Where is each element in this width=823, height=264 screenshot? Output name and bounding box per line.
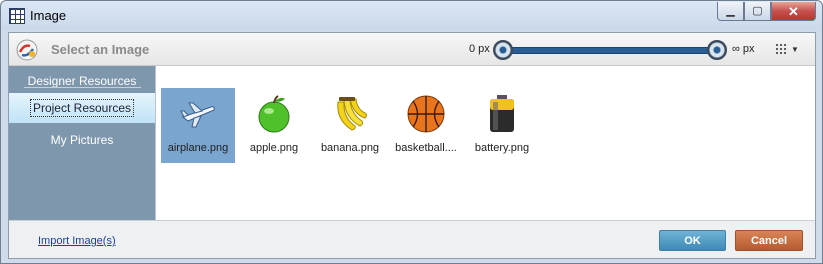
sidebar-item-project-resources[interactable]: Project Resources	[9, 93, 155, 123]
window-title: Image	[30, 8, 67, 23]
view-mode-button[interactable]: ▼	[775, 41, 801, 58]
window-controls: ▁ ▢ ✕	[717, 2, 816, 21]
zoom-slider-max-handle[interactable]	[707, 40, 727, 60]
zoom-max-label: ∞ px	[732, 43, 755, 55]
dialog-body: Select an Image 0 px ∞ px ▼ Designer Res…	[8, 32, 816, 259]
dialog-heading: Select an Image	[51, 42, 150, 57]
footer-bar: Import Image(s) OK Cancel	[9, 220, 815, 258]
grid-table-icon	[9, 8, 25, 24]
file-name: airplane.png	[167, 142, 229, 154]
minimize-button[interactable]: ▁	[717, 2, 744, 21]
close-button[interactable]: ✕	[771, 2, 816, 21]
file-tile-basketball[interactable]: basketball....	[389, 88, 463, 163]
sidebar-item-label: My Pictures	[50, 133, 114, 147]
cancel-button[interactable]: Cancel	[735, 230, 803, 251]
basketball-icon	[407, 95, 445, 133]
zoom-slider-track[interactable]	[503, 47, 723, 54]
image-dialog: Image ▁ ▢ ✕ Select an Image 0 px ∞ px ▼ …	[0, 0, 823, 264]
minimize-icon: ▁	[726, 4, 735, 17]
file-name: banana.png	[320, 142, 380, 154]
maximize-icon: ▢	[752, 4, 763, 17]
toolbar: Select an Image 0 px ∞ px ▼	[9, 33, 815, 66]
app-logo-icon	[16, 39, 38, 61]
apple-icon	[258, 95, 290, 133]
sidebar-divider	[24, 87, 141, 88]
close-icon: ✕	[788, 3, 799, 19]
resource-sidebar: Designer Resources Project Resources My …	[9, 66, 155, 220]
chevron-down-icon: ▼	[791, 45, 799, 54]
maximize-button[interactable]: ▢	[744, 2, 771, 21]
ok-button[interactable]: OK	[659, 230, 726, 251]
import-images-link[interactable]: Import Image(s)	[38, 235, 116, 247]
airplane-icon	[180, 102, 215, 128]
zoom-slider-min-handle[interactable]	[493, 40, 513, 60]
grid-view-icon	[775, 43, 788, 56]
image-grid: airplane.png apple.png banana.png basket…	[155, 66, 815, 220]
title-bar[interactable]: Image ▁ ▢ ✕	[1, 1, 822, 31]
file-name: apple.png	[249, 142, 299, 154]
file-name: battery.png	[474, 142, 530, 154]
sidebar-item-label: Designer Resources	[27, 74, 137, 88]
banana-icon	[337, 97, 367, 131]
battery-icon	[490, 95, 514, 132]
sidebar-item-label: Project Resources	[29, 99, 135, 117]
file-tile-apple[interactable]: apple.png	[237, 88, 311, 163]
sidebar-item-my-pictures[interactable]: My Pictures	[9, 125, 155, 155]
sidebar-item-designer-resources[interactable]: Designer Resources	[9, 66, 155, 96]
file-tile-airplane[interactable]: airplane.png	[161, 88, 235, 163]
file-tile-banana[interactable]: banana.png	[313, 88, 387, 163]
zoom-min-label: 0 px	[469, 43, 490, 55]
file-tile-battery[interactable]: battery.png	[465, 88, 539, 163]
file-name: basketball....	[395, 142, 457, 154]
